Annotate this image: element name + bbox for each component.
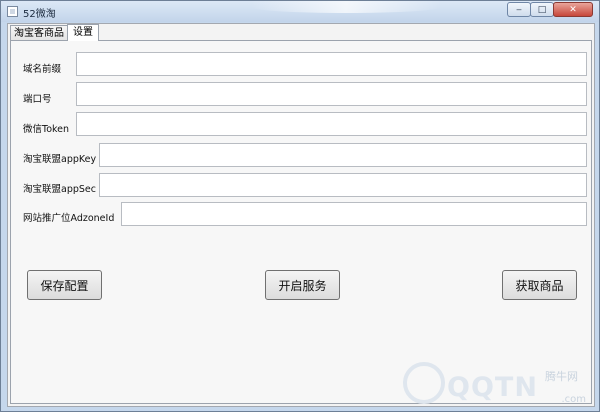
port-input[interactable] bbox=[76, 82, 587, 106]
window-controls: ‒ □ ✕ bbox=[507, 2, 593, 17]
app-icon[interactable] bbox=[7, 6, 18, 17]
watermark-brand: QQTN bbox=[447, 372, 538, 403]
watermark-site-name: 腾牛网 bbox=[545, 370, 578, 383]
start-service-button[interactable]: 开启服务 bbox=[265, 270, 340, 300]
adzone-id-input[interactable] bbox=[121, 202, 587, 226]
tab-strip: 淘宝客商品 设置 bbox=[10, 24, 99, 41]
tab-settings[interactable]: 设置 bbox=[67, 24, 99, 41]
taobao-appkey-label: 淘宝联盟appKey bbox=[23, 154, 97, 165]
maximize-button[interactable]: □ bbox=[530, 2, 554, 17]
watermark-logo-icon bbox=[403, 362, 445, 404]
tab-taobao-products[interactable]: 淘宝客商品 bbox=[10, 25, 68, 41]
wechat-token-label: 微信Token bbox=[23, 124, 70, 135]
minimize-icon: ‒ bbox=[516, 4, 522, 15]
domain-prefix-input[interactable] bbox=[76, 52, 587, 76]
minimize-button[interactable]: ‒ bbox=[507, 2, 531, 17]
fetch-products-button[interactable]: 获取商品 bbox=[502, 270, 577, 300]
taobao-appsec-label: 淘宝联盟appSec bbox=[23, 184, 96, 195]
title-bar[interactable]: 52微淘 ‒ □ ✕ bbox=[1, 1, 599, 22]
title-bar-glare bbox=[251, 1, 441, 13]
taobao-appkey-input[interactable] bbox=[99, 143, 587, 167]
window-title: 52微淘 bbox=[23, 9, 56, 20]
wechat-token-input[interactable] bbox=[76, 112, 587, 136]
port-label: 端口号 bbox=[23, 94, 52, 105]
save-config-button[interactable]: 保存配置 bbox=[27, 270, 102, 300]
watermark-suffix: .com bbox=[561, 394, 586, 405]
maximize-icon: □ bbox=[537, 4, 547, 15]
adzone-id-label: 网站推广位AdzoneId bbox=[23, 213, 115, 224]
site-watermark: QQTN 腾牛网 .com bbox=[385, 348, 600, 412]
close-button[interactable]: ✕ bbox=[553, 2, 593, 17]
domain-prefix-label: 域名前缀 bbox=[23, 64, 62, 75]
taobao-appsec-input[interactable] bbox=[99, 173, 587, 197]
close-icon: ✕ bbox=[569, 4, 577, 15]
